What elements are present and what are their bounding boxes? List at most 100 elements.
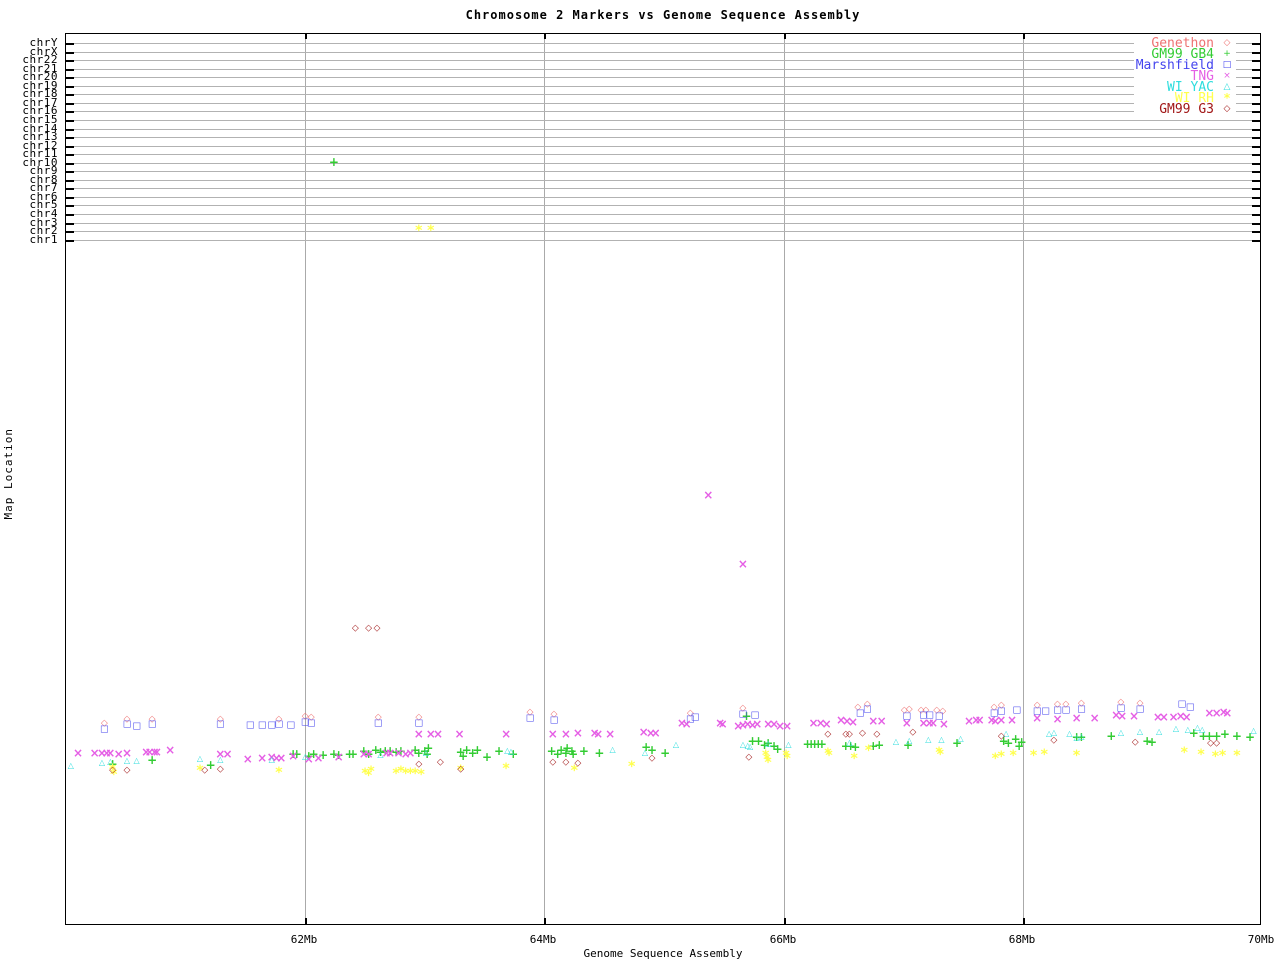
marker-marshfield: □	[132, 721, 141, 732]
chromosome-tick-left	[66, 154, 74, 156]
chromosome-tick-left	[66, 111, 74, 113]
chromosome-line	[66, 103, 1260, 104]
marker-tng: ×	[1089, 711, 1100, 725]
chromosome-line	[66, 231, 1260, 232]
chromosome-tick-left	[66, 146, 74, 148]
marker-tng: ×	[313, 751, 324, 765]
marker-rh: *	[1218, 747, 1227, 764]
marker-rh: *	[1040, 746, 1048, 763]
legend-row-marshfield: Marshfield □	[1133, 59, 1236, 72]
marker-tng: ×	[876, 714, 887, 728]
marker-marshfield: □	[1061, 705, 1071, 716]
marker-marshfield: □	[1041, 706, 1050, 717]
rh-marker-icon: *	[1223, 91, 1231, 105]
marker-rh: *	[1233, 747, 1241, 764]
y-axis-label: Map Location	[2, 428, 15, 520]
marker-yac: △	[1066, 729, 1073, 738]
marker-yac: △	[846, 738, 853, 747]
marker-tng: ×	[432, 727, 444, 741]
x-gridline	[544, 34, 545, 924]
x-tick-bottom	[1023, 918, 1025, 924]
x-tick-label: 68Mb	[1008, 933, 1036, 946]
marker-g3: ◇	[1213, 738, 1221, 749]
chromosome-tick-right	[1252, 86, 1260, 88]
chart-canvas: Chromosome 2 Markers vs Genome Sequence …	[0, 0, 1280, 960]
marshfield-marker-icon: □	[1222, 60, 1232, 70]
marker-tng: ×	[974, 713, 985, 727]
chromosome-tick-left	[66, 94, 74, 96]
marker-yac: △	[1184, 725, 1191, 734]
chromosome-tick-left	[66, 103, 74, 105]
chromosome-tick-right	[1252, 43, 1260, 45]
chromosome-tick-left	[66, 43, 74, 45]
marker-tng: ×	[593, 727, 604, 741]
marker-rh: *	[628, 758, 636, 775]
marker-g3: ◇	[201, 765, 209, 776]
marker-tng: ×	[938, 717, 949, 731]
x-tick-top	[784, 34, 786, 39]
marker-tng: ×	[1128, 709, 1140, 723]
marker-g3: ◇	[909, 727, 917, 738]
marker-rh: *	[275, 764, 283, 781]
marker-tng: ×	[681, 717, 692, 731]
chromosome-tick-right	[1252, 205, 1260, 207]
chromosome-line	[66, 69, 1260, 70]
marker-g3: ◇	[648, 753, 656, 764]
x-tick-label: 62Mb	[290, 933, 318, 946]
chromosome-tick-right	[1252, 223, 1260, 225]
marker-g3: ◇	[109, 765, 117, 776]
marker-tng: ×	[242, 752, 253, 766]
chromosome-line	[66, 197, 1260, 198]
chromosome-line	[66, 111, 1260, 112]
x-tick-top	[305, 34, 307, 39]
chromosome-tick-left	[66, 231, 74, 233]
chromosome-line	[66, 43, 1260, 44]
x-gridline	[305, 34, 306, 924]
marker-tng: ×	[752, 717, 763, 731]
chart-title: Chromosome 2 Markers vs Genome Sequence …	[465, 8, 861, 22]
marker-tng: ×	[222, 747, 233, 761]
marker-marshfield: □	[147, 719, 157, 730]
marker-rh: *	[864, 742, 873, 759]
marker-yac: △	[957, 734, 964, 743]
marker-tng: ×	[996, 713, 1007, 727]
marker-tng: ×	[717, 717, 728, 731]
marker-rh: *	[825, 747, 833, 764]
marker-tng: ×	[288, 749, 299, 763]
chromosome-line	[66, 240, 1260, 241]
chromosome-tick-right	[1252, 129, 1260, 131]
chromosome-tick-left	[66, 137, 74, 139]
marker-marshfield: □	[690, 712, 700, 723]
chromosome-tick-left	[66, 205, 74, 207]
marker-yac: △	[906, 736, 913, 745]
marker-gb4: +	[347, 747, 359, 761]
marker-gb4: +	[1016, 735, 1027, 749]
marker-yac: △	[302, 752, 309, 761]
marker-tng: ×	[1158, 710, 1169, 724]
marker-marshfield: □	[525, 713, 535, 724]
marker-tng: ×	[650, 726, 661, 740]
marker-tng: ×	[276, 751, 287, 765]
marker-marshfield: □	[306, 718, 316, 729]
marker-g3: ◇	[562, 757, 570, 768]
marker-tng: ×	[165, 743, 176, 757]
chromosome-tick-right	[1252, 146, 1260, 148]
marker-yac: △	[1156, 727, 1163, 736]
chromosome-line	[66, 94, 1260, 95]
chromosome-tick-left	[66, 223, 74, 225]
marker-g3: ◇	[373, 623, 381, 634]
chromosome-line	[66, 214, 1260, 215]
marker-gb4: +	[578, 744, 589, 758]
marker-tng: ×	[501, 727, 512, 741]
chromosome-line	[66, 188, 1260, 189]
chromosome-tick-right	[1252, 77, 1260, 79]
marker-g3: ◇	[351, 623, 359, 634]
legend: Genethon ◇ GM99 GB4 + Marshfield □ TNG × WI YAC △…	[1133, 37, 1236, 116]
chromosome-tick-right	[1252, 214, 1260, 216]
marker-g3: ◇	[216, 764, 224, 775]
marker-gb4: +	[472, 743, 483, 757]
chromosome-line	[66, 180, 1260, 181]
marker-tng: ×	[821, 717, 832, 731]
marker-yac: △	[925, 735, 932, 744]
marker-g3: ◇	[549, 757, 557, 768]
